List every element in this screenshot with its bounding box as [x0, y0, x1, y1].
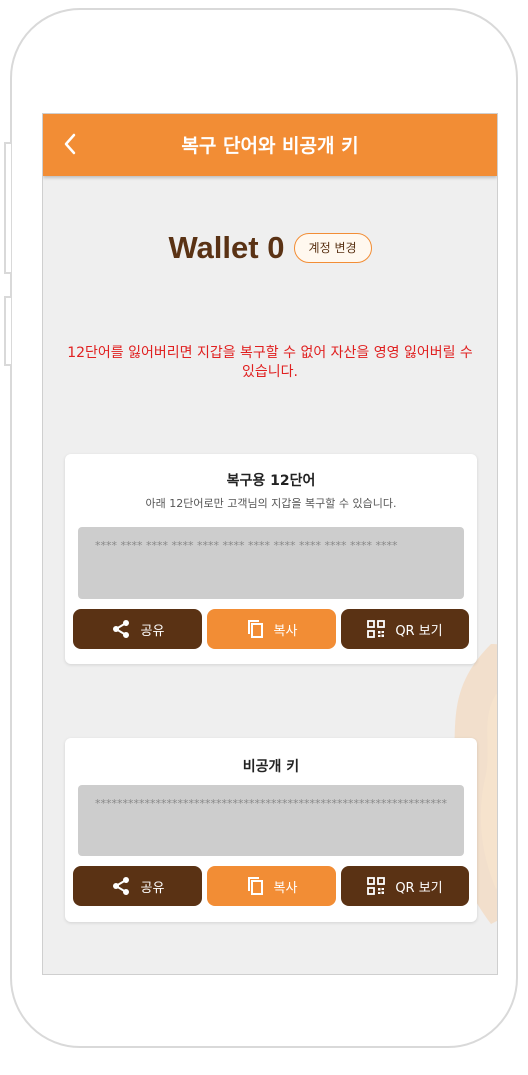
- copy-icon: [247, 620, 263, 638]
- copy-label: 복사: [273, 880, 298, 896]
- app-screen: 복구 단어와 비공개 키 Wallet 0 계정 변경 12단어를 잃어버리면 …: [42, 113, 498, 975]
- change-account-button[interactable]: 계정 변경: [293, 233, 372, 263]
- private-key-copy-button[interactable]: 복사: [207, 866, 336, 906]
- private-key-masked[interactable]: ****************************************…: [78, 785, 464, 856]
- qr-label: QR 보기: [395, 623, 443, 639]
- qr-code-icon: [367, 877, 386, 895]
- volume-down-side-button: [4, 296, 11, 366]
- private-key-share-button[interactable]: 공유: [73, 866, 202, 906]
- private-key-qr-button[interactable]: QR 보기: [341, 866, 469, 906]
- copy-icon: [247, 877, 263, 895]
- qr-label: QR 보기: [395, 880, 443, 896]
- private-key-card: 비공개 키 **********************************…: [65, 738, 477, 922]
- wallet-header: Wallet 0 계정 변경: [43, 230, 497, 270]
- private-key-card-title: 비공개 키: [242, 759, 300, 775]
- copy-label: 복사: [273, 623, 298, 639]
- share-label: 공유: [140, 623, 165, 639]
- recovery-card-subtitle: 아래 12단어로만 고객님의 지갑을 복구할 수 있습니다.: [145, 497, 397, 510]
- app-bar: 복구 단어와 비공개 키: [43, 114, 497, 176]
- recovery-share-button[interactable]: 공유: [73, 609, 202, 649]
- recovery-phrase-card: 복구용 12단어 아래 12단어로만 고객님의 지갑을 복구할 수 있습니다. …: [65, 454, 477, 664]
- share-icon: [112, 877, 129, 895]
- warning-text: 12단어를 잃어버리면 지갑을 복구할 수 없어 자산을 영영 잃어버릴 수 있…: [67, 345, 473, 380]
- page-title: 복구 단어와 비공개 키: [181, 135, 359, 157]
- recovery-qr-button[interactable]: QR 보기: [341, 609, 469, 649]
- wallet-name: Wallet 0: [168, 230, 285, 265]
- recovery-copy-button[interactable]: 복사: [207, 609, 336, 649]
- recovery-card-title: 복구용 12단어: [226, 473, 316, 489]
- share-icon: [112, 620, 129, 638]
- recovery-phrase-masked[interactable]: **** **** **** **** **** **** **** **** …: [78, 527, 464, 599]
- qr-code-icon: [367, 620, 386, 638]
- volume-up-side-button: [4, 142, 11, 274]
- share-label: 공유: [140, 880, 165, 896]
